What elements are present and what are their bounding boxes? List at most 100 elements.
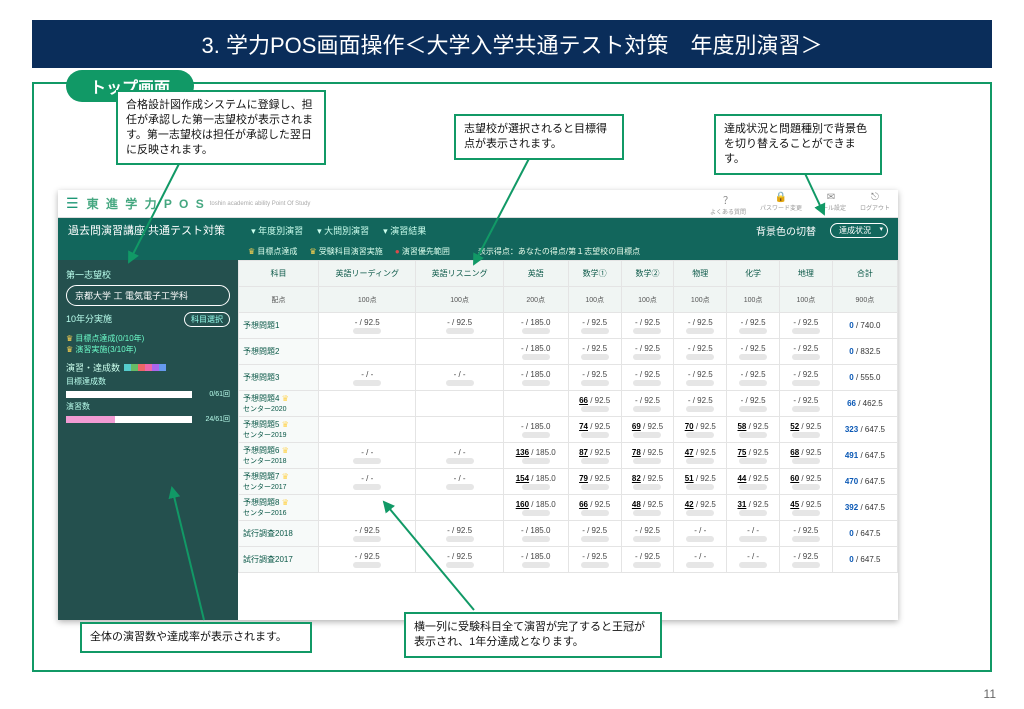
score-cell[interactable]: - / 92.5 xyxy=(779,547,832,573)
score-cell[interactable]: - / 92.5 xyxy=(727,365,780,391)
score-cell[interactable]: 31 / 92.5 xyxy=(727,495,780,521)
header-icon-ログアウト[interactable]: ⎋ログアウト xyxy=(860,192,890,216)
score-cell[interactable]: 66 / 92.5 xyxy=(568,495,621,521)
bg-toggle-select[interactable]: 達成状況 xyxy=(830,223,888,238)
row-label[interactable]: 予想問題2 xyxy=(239,339,319,365)
score-cell[interactable]: - / 185.0 xyxy=(503,313,568,339)
score-cell[interactable]: 42 / 92.5 xyxy=(674,495,727,521)
score-cell[interactable]: - / 92.5 xyxy=(674,365,727,391)
score-cell[interactable] xyxy=(318,391,416,417)
row-label[interactable]: 予想問題1 xyxy=(239,313,319,339)
score-cell[interactable]: - / 92.5 xyxy=(621,339,674,365)
score-cell[interactable]: - / - xyxy=(318,365,416,391)
score-cell[interactable]: 136 / 185.0 xyxy=(503,443,568,469)
score-cell[interactable]: 60 / 92.5 xyxy=(779,469,832,495)
score-cell[interactable]: - / - xyxy=(674,547,727,573)
score-cell[interactable]: - / 185.0 xyxy=(503,417,568,443)
score-cell[interactable]: 160 / 185.0 xyxy=(503,495,568,521)
score-cell[interactable]: 78 / 92.5 xyxy=(621,443,674,469)
score-cell[interactable]: - / 92.5 xyxy=(568,313,621,339)
score-cell[interactable]: 44 / 92.5 xyxy=(727,469,780,495)
score-cell[interactable]: - / - xyxy=(416,365,503,391)
score-cell[interactable]: - / 185.0 xyxy=(503,547,568,573)
score-cell[interactable] xyxy=(318,495,416,521)
score-cell[interactable]: 51 / 92.5 xyxy=(674,469,727,495)
score-cell[interactable] xyxy=(503,391,568,417)
score-cell[interactable]: - / 92.5 xyxy=(621,365,674,391)
row-label[interactable]: 予想問題3 xyxy=(239,365,319,391)
score-cell[interactable]: - / - xyxy=(674,521,727,547)
score-cell[interactable]: - / 92.5 xyxy=(621,313,674,339)
row-label[interactable]: 予想問題4 ♛センター2020 xyxy=(239,391,319,417)
score-cell[interactable]: - / 92.5 xyxy=(416,521,503,547)
row-label[interactable]: 試行調査2017 xyxy=(239,547,319,573)
score-cell[interactable] xyxy=(416,391,503,417)
nav-item-results[interactable]: ▾ 演習結果 xyxy=(383,224,426,237)
score-cell[interactable]: - / 92.5 xyxy=(779,313,832,339)
score-cell[interactable]: - / 92.5 xyxy=(621,547,674,573)
score-cell[interactable]: 47 / 92.5 xyxy=(674,443,727,469)
score-cell[interactable]: 82 / 92.5 xyxy=(621,469,674,495)
score-cell[interactable] xyxy=(318,339,416,365)
score-cell[interactable]: - / - xyxy=(727,521,780,547)
score-cell[interactable]: 154 / 185.0 xyxy=(503,469,568,495)
score-cell[interactable]: - / 92.5 xyxy=(727,339,780,365)
score-cell[interactable]: - / 92.5 xyxy=(779,365,832,391)
score-cell[interactable]: - / 92.5 xyxy=(779,391,832,417)
score-cell[interactable]: - / 92.5 xyxy=(318,547,416,573)
nav-item-section[interactable]: ▾ 大問別演習 xyxy=(317,224,369,237)
score-cell[interactable]: - / 92.5 xyxy=(416,547,503,573)
score-cell[interactable]: - / 92.5 xyxy=(674,391,727,417)
score-cell[interactable]: - / 92.5 xyxy=(416,313,503,339)
score-cell[interactable] xyxy=(416,417,503,443)
score-cell[interactable]: - / 92.5 xyxy=(779,339,832,365)
score-cell[interactable] xyxy=(416,339,503,365)
score-cell[interactable]: - / 92.5 xyxy=(674,313,727,339)
score-cell[interactable]: 79 / 92.5 xyxy=(568,469,621,495)
score-cell[interactable]: - / 185.0 xyxy=(503,521,568,547)
score-cell[interactable]: 45 / 92.5 xyxy=(779,495,832,521)
score-cell[interactable] xyxy=(416,495,503,521)
score-cell[interactable]: 87 / 92.5 xyxy=(568,443,621,469)
score-cell[interactable]: 75 / 92.5 xyxy=(727,443,780,469)
score-cell[interactable]: 52 / 92.5 xyxy=(779,417,832,443)
score-cell[interactable]: - / - xyxy=(727,547,780,573)
score-cell[interactable]: - / 92.5 xyxy=(621,521,674,547)
score-cell[interactable]: - / 92.5 xyxy=(674,339,727,365)
score-cell[interactable]: 69 / 92.5 xyxy=(621,417,674,443)
score-cell[interactable]: 74 / 92.5 xyxy=(568,417,621,443)
row-label[interactable]: 予想問題8 ♛センター2016 xyxy=(239,495,319,521)
score-cell[interactable]: - / - xyxy=(416,469,503,495)
score-cell[interactable]: 48 / 92.5 xyxy=(621,495,674,521)
score-cell[interactable]: - / 185.0 xyxy=(503,365,568,391)
header-icon-よくある質問[interactable]: ？よくある質問 xyxy=(710,192,746,216)
nav-item-year[interactable]: ▾ 年度別演習 xyxy=(251,224,303,237)
score-cell[interactable] xyxy=(318,417,416,443)
score-cell[interactable]: - / 92.5 xyxy=(568,365,621,391)
score-cell[interactable]: - / 92.5 xyxy=(621,391,674,417)
row-label[interactable]: 予想問題7 ♛センター2017 xyxy=(239,469,319,495)
header-icon-メール設定[interactable]: ✉メール設定 xyxy=(816,192,846,216)
row-label[interactable]: 予想問題6 ♛センター2018 xyxy=(239,443,319,469)
score-cell[interactable]: - / 92.5 xyxy=(727,391,780,417)
score-cell[interactable]: - / 92.5 xyxy=(568,521,621,547)
score-cell[interactable]: - / 92.5 xyxy=(318,521,416,547)
row-label[interactable]: 試行調査2018 xyxy=(239,521,319,547)
score-cell[interactable]: 70 / 92.5 xyxy=(674,417,727,443)
score-cell[interactable]: - / 185.0 xyxy=(503,339,568,365)
score-cell[interactable]: - / 92.5 xyxy=(568,547,621,573)
score-cell[interactable]: - / - xyxy=(416,443,503,469)
score-cell[interactable]: - / 92.5 xyxy=(727,313,780,339)
score-cell[interactable]: - / - xyxy=(318,469,416,495)
sb-subject-select[interactable]: 科目選択 xyxy=(184,312,230,327)
score-cell[interactable]: - / 92.5 xyxy=(779,521,832,547)
row-label[interactable]: 予想問題5 ♛センター2019 xyxy=(239,417,319,443)
score-cell[interactable]: - / 92.5 xyxy=(318,313,416,339)
score-cell[interactable]: 68 / 92.5 xyxy=(779,443,832,469)
score-cell[interactable]: - / 92.5 xyxy=(568,339,621,365)
score-cell[interactable]: 58 / 92.5 xyxy=(727,417,780,443)
hamburger-icon[interactable]: ☰ xyxy=(66,195,79,212)
score-cell[interactable]: - / - xyxy=(318,443,416,469)
sb-school-select[interactable]: 京都大学 工 電気電子工学科 xyxy=(66,285,230,306)
header-icon-パスワード変更[interactable]: 🔒パスワード変更 xyxy=(760,192,802,216)
